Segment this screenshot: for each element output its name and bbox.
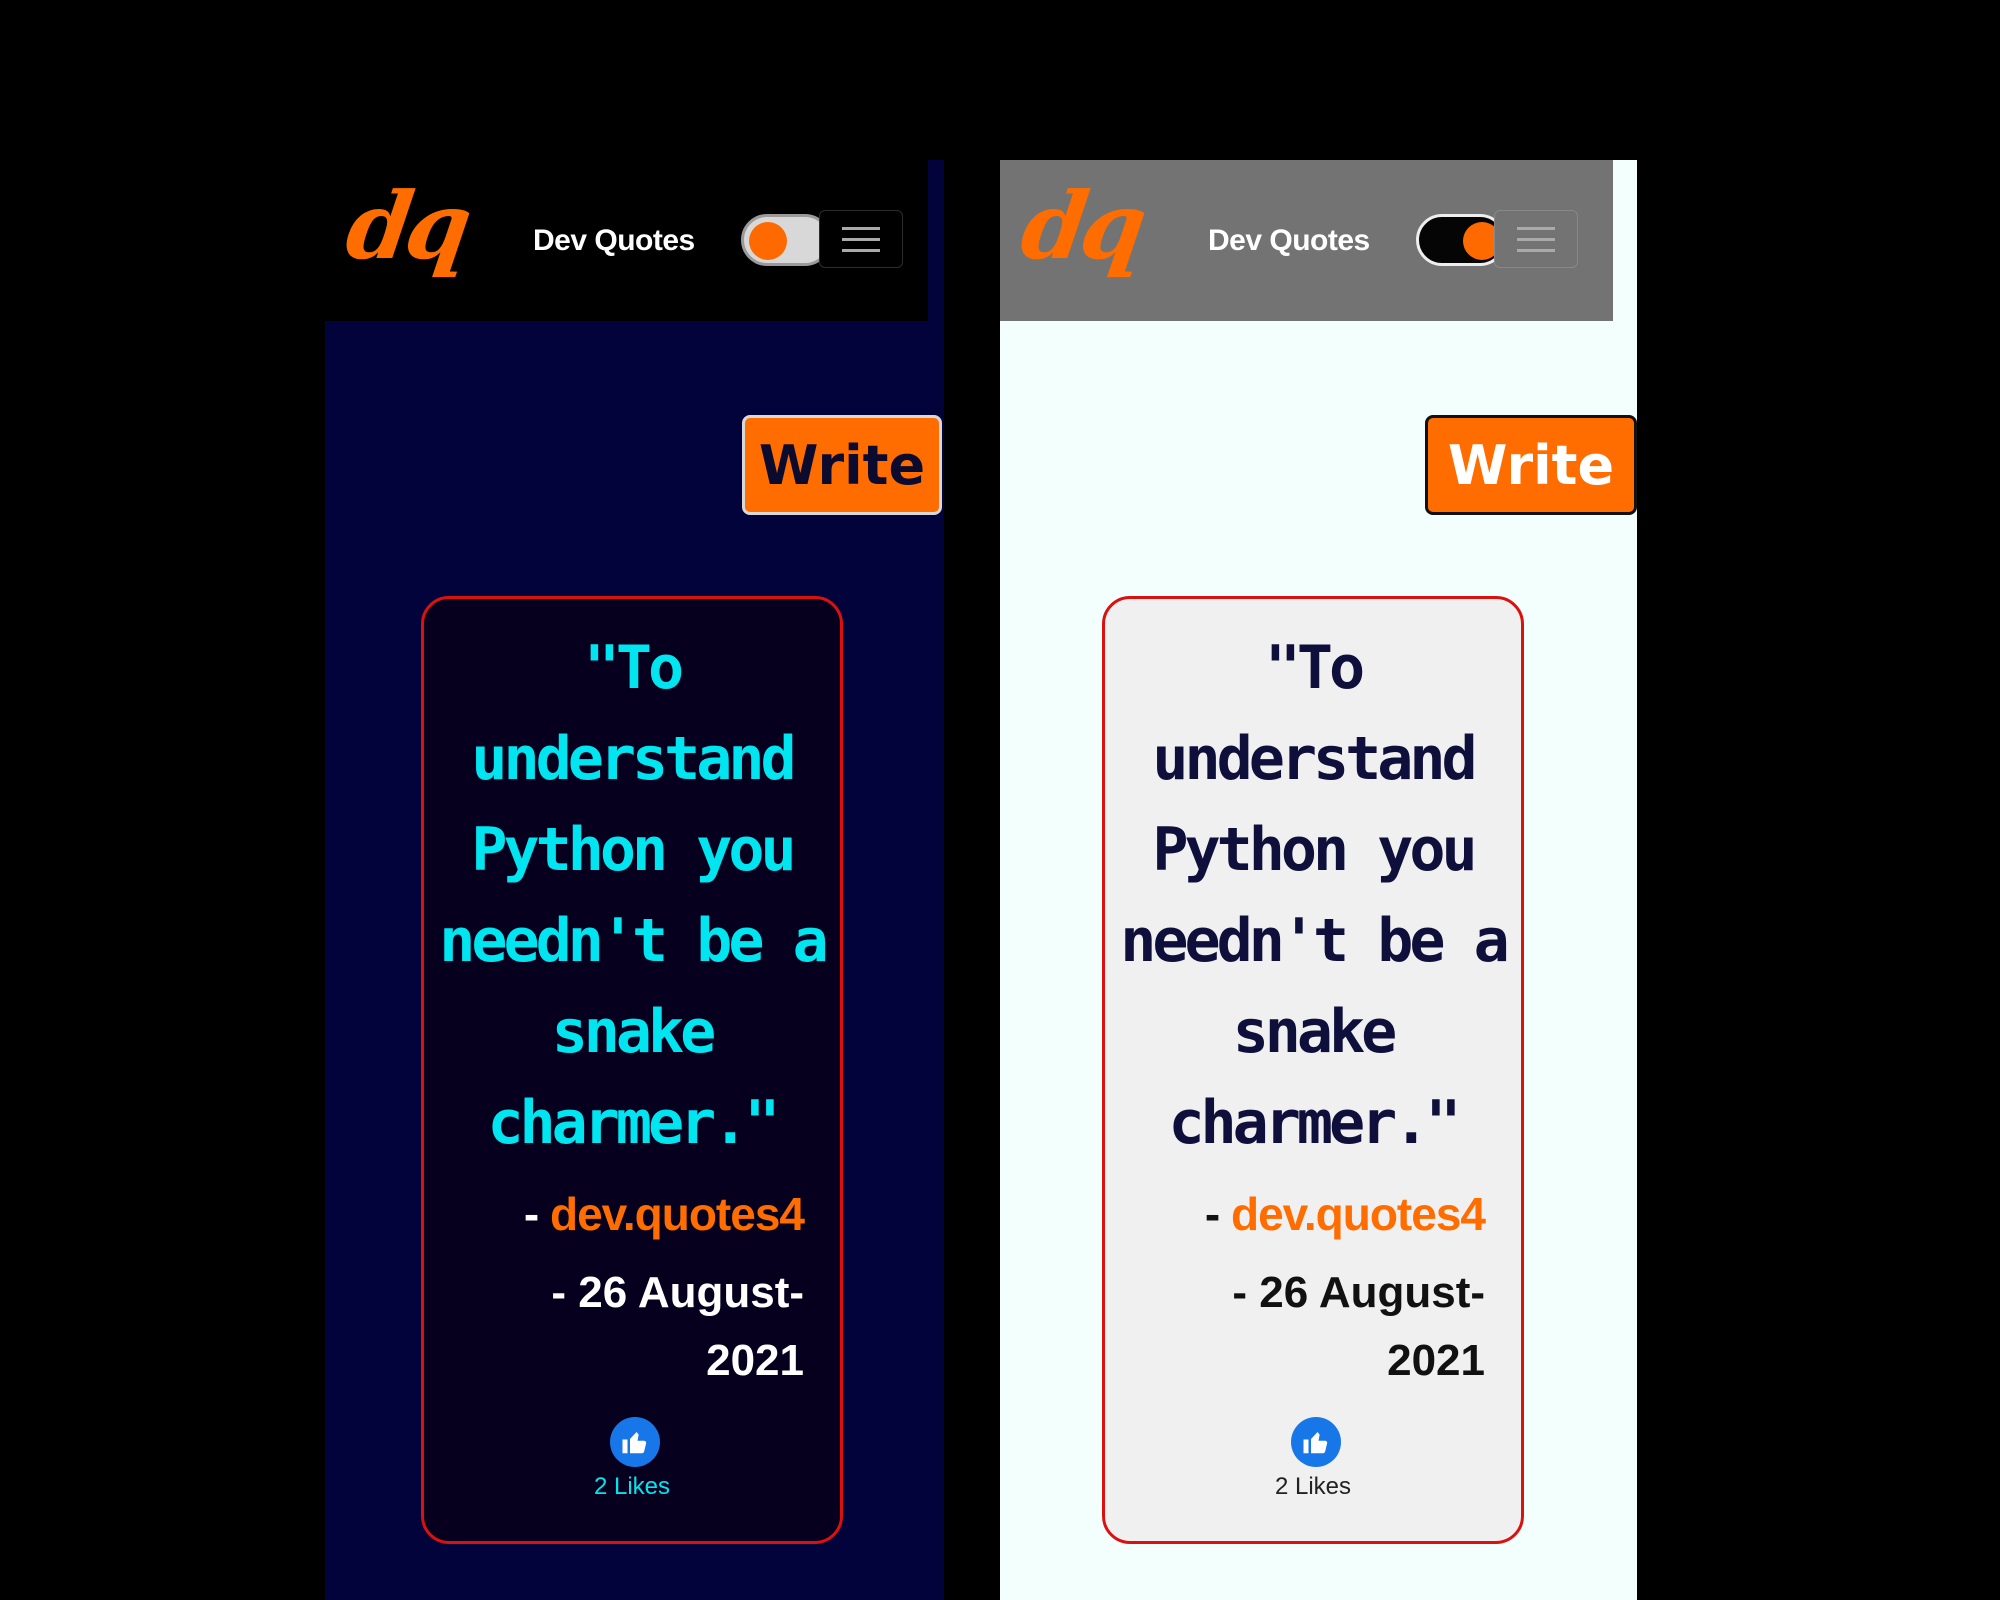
author-line: - dev.quotes4 bbox=[1204, 1187, 1486, 1241]
likes-count: 2 Likes bbox=[593, 1473, 671, 1500]
site-title[interactable]: Dev Quotes bbox=[1208, 224, 1370, 258]
theme-toggle[interactable] bbox=[741, 214, 831, 266]
author-prefix: - bbox=[523, 1188, 550, 1240]
toggle-knob bbox=[749, 222, 787, 260]
menu-button[interactable] bbox=[1494, 210, 1578, 268]
author-link[interactable]: dev.quotes4 bbox=[550, 1188, 805, 1240]
write-button[interactable]: Write bbox=[1425, 415, 1637, 515]
likes-count: 2 Likes bbox=[1274, 1473, 1352, 1500]
quote-card: "To understand Python you needn't be a s… bbox=[1102, 596, 1524, 1544]
author-prefix: - bbox=[1204, 1188, 1231, 1240]
navbar: dq Dev Quotes bbox=[325, 160, 928, 321]
quote-text: "To understand Python you needn't be a s… bbox=[1120, 633, 1509, 1158]
quote-date: - 26 August- 2021 bbox=[1232, 1268, 1485, 1385]
write-button[interactable]: Write bbox=[742, 415, 942, 515]
author-link[interactable]: dev.quotes4 bbox=[1231, 1188, 1486, 1240]
logo[interactable]: dq bbox=[340, 172, 472, 280]
quote-date: - 26 August- 2021 bbox=[551, 1268, 804, 1385]
dark-theme-panel: dq Dev Quotes Write "To understand Pytho… bbox=[325, 160, 944, 1600]
thumbs-up-icon[interactable] bbox=[1291, 1417, 1341, 1467]
theme-toggle[interactable] bbox=[1416, 214, 1506, 266]
thumbs-up-icon[interactable] bbox=[610, 1417, 660, 1467]
navbar: dq Dev Quotes bbox=[1000, 160, 1613, 321]
site-title[interactable]: Dev Quotes bbox=[533, 224, 695, 258]
author-line: - dev.quotes4 bbox=[523, 1187, 805, 1241]
light-theme-panel: dq Dev Quotes Write "To understand Pytho… bbox=[1000, 160, 1637, 1600]
quote-text: "To understand Python you needn't be a s… bbox=[439, 633, 828, 1158]
menu-button[interactable] bbox=[819, 210, 903, 268]
quote-card: "To understand Python you needn't be a s… bbox=[421, 596, 843, 1544]
logo[interactable]: dq bbox=[1015, 172, 1147, 280]
